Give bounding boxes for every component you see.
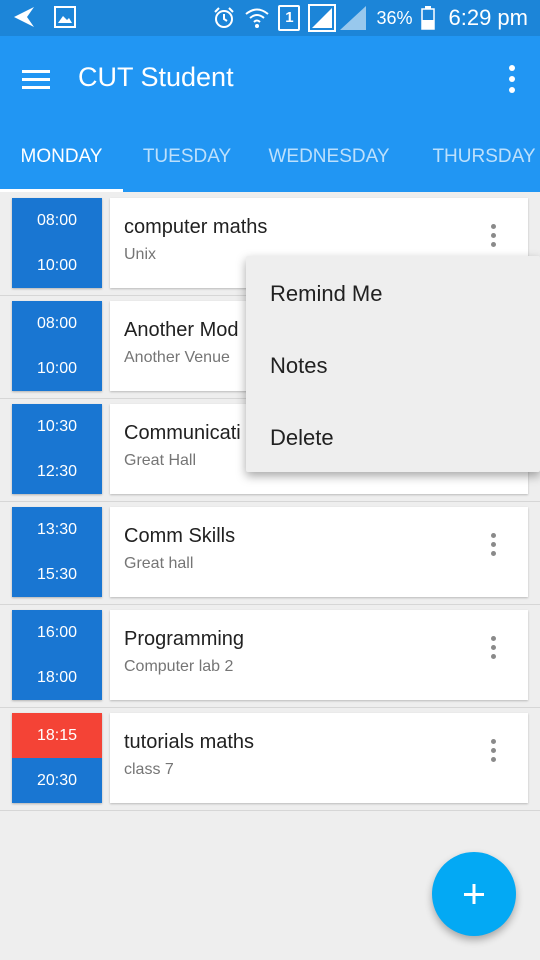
time-block: 08:00 10:00 (12, 301, 102, 391)
sim-indicator: 1 (278, 5, 301, 31)
add-icon (464, 884, 484, 904)
card-more-icon[interactable] (488, 739, 498, 763)
tab-thursday[interactable]: THURSDAY (418, 132, 540, 192)
time-block: 16:00 18:00 (12, 610, 102, 700)
wifi-icon (245, 8, 270, 28)
start-time: 08:00 (36, 315, 78, 332)
class-card[interactable]: Comm Skills Great hall (110, 507, 528, 597)
status-bar: 1 36% 6:29 pm (0, 0, 540, 36)
module-name: Comm Skills (124, 525, 236, 547)
class-card[interactable]: Programming Computer lab 2 (110, 610, 528, 700)
end-time: 18:00 (36, 669, 78, 686)
signal-icon (308, 4, 367, 32)
app-title: CUT Student (78, 62, 234, 92)
tab-tuesday[interactable]: TUESDAY (126, 132, 248, 192)
battery-percent: 36% (376, 7, 413, 28)
menu-item-remind-me[interactable]: Remind Me (246, 258, 540, 330)
alarm-icon (214, 7, 235, 28)
start-time: 18:15 (12, 713, 102, 758)
app-toolbar: CUT Student MONDAY TUESDAY WEDNESDAY THU… (0, 36, 540, 192)
hamburger-menu-icon[interactable] (22, 66, 50, 94)
list-item: 13:30 15:30 Comm Skills Great hall (0, 501, 540, 605)
venue-name: class 7 (124, 761, 174, 778)
module-name: Programming (124, 628, 245, 650)
menu-item-delete[interactable]: Delete (246, 402, 540, 474)
clock: 6:29 pm (448, 5, 529, 30)
more-vert-icon[interactable] (506, 64, 518, 94)
list-item: 18:15 20:30 tutorials maths class 7 (0, 707, 540, 811)
card-more-icon[interactable] (488, 224, 498, 248)
battery-icon (420, 6, 435, 30)
class-card[interactable]: tutorials maths class 7 (110, 713, 528, 803)
add-button[interactable] (432, 852, 516, 936)
venue-name: Unix (124, 246, 157, 263)
time-block: 18:15 20:30 (12, 713, 102, 803)
module-name: Another Mod (124, 319, 239, 341)
start-time: 10:30 (36, 418, 78, 435)
start-time: 08:00 (36, 212, 78, 229)
module-name: Communicati (124, 422, 241, 444)
module-name: computer maths (124, 216, 268, 238)
tab-monday[interactable]: MONDAY (0, 132, 123, 192)
venue-name: Great hall (124, 555, 194, 572)
menu-item-notes[interactable]: Notes (246, 330, 540, 402)
time-block: 10:30 12:30 (12, 404, 102, 494)
end-time: 10:00 (36, 257, 78, 274)
start-time: 13:30 (36, 521, 78, 538)
time-block: 13:30 15:30 (12, 507, 102, 597)
list-item: 16:00 18:00 Programming Computer lab 2 (0, 604, 540, 708)
time-block: 08:00 10:00 (12, 198, 102, 288)
venue-name: Computer lab 2 (124, 658, 234, 675)
end-time: 10:00 (36, 360, 78, 377)
end-time: 15:30 (36, 566, 78, 583)
tab-wednesday[interactable]: WEDNESDAY (256, 132, 402, 192)
module-name: tutorials maths (124, 731, 255, 753)
end-time: 12:30 (36, 463, 78, 480)
end-time: 20:30 (36, 772, 78, 789)
back-arrow-icon (14, 7, 34, 27)
start-time: 16:00 (36, 624, 78, 641)
venue-name: Another Venue (124, 349, 230, 366)
image-icon (54, 6, 76, 28)
venue-name: Great Hall (124, 452, 197, 469)
day-tabs: MONDAY TUESDAY WEDNESDAY THURSDAY (0, 132, 540, 192)
card-more-icon[interactable] (488, 533, 498, 557)
popup-menu: Remind Me Notes Delete (246, 256, 540, 472)
card-more-icon[interactable] (488, 636, 498, 660)
